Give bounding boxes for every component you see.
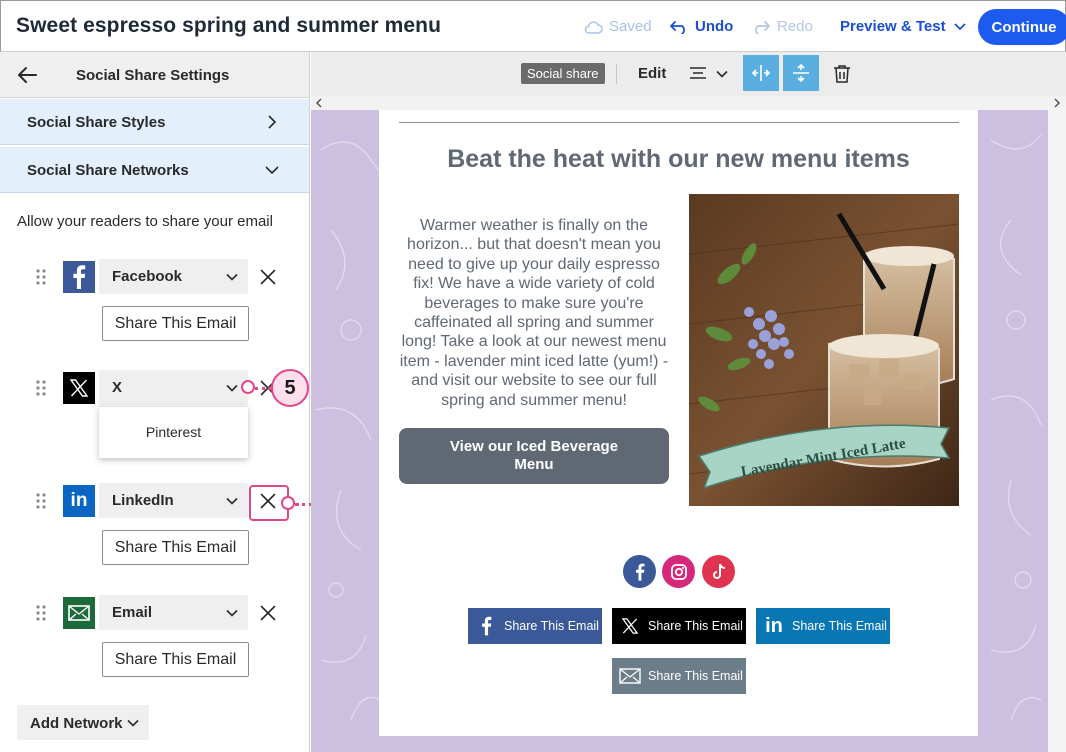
divider-line <box>399 122 959 123</box>
tiktok-icon[interactable] <box>702 555 735 588</box>
iced-beverage-menu-button[interactable]: View our Iced Beverage Menu <box>399 428 669 484</box>
share-this-email-button-linkedin[interactable]: Share This Email <box>102 530 249 565</box>
chevron-down-icon <box>716 70 728 78</box>
facebook-icon[interactable] <box>623 555 656 588</box>
add-network-button[interactable]: Add Network <box>17 705 149 740</box>
horizontal-padding-button[interactable] <box>743 55 779 91</box>
network-select-label: X <box>112 379 123 396</box>
network-select-x[interactable]: X <box>99 370 248 405</box>
facebook-icon <box>468 616 504 636</box>
callout-5-anchor <box>241 380 255 394</box>
chevron-down-icon <box>226 497 238 505</box>
network-select-email[interactable]: Email <box>99 595 248 630</box>
panel-header: Social Share Settings <box>0 52 309 98</box>
close-icon[interactable] <box>258 267 278 287</box>
dropdown-option-pinterest[interactable]: Pinterest <box>99 424 248 440</box>
share-linkedin-button[interactable]: in Share This Email <box>756 608 890 644</box>
email-icon <box>63 597 95 629</box>
horizontal-expand-icon <box>751 65 771 81</box>
network-row-facebook: Facebook <box>0 257 309 297</box>
back-arrow-icon[interactable] <box>16 64 38 86</box>
share-label: Share This Email <box>504 619 599 633</box>
toolbar-divider <box>616 64 617 84</box>
document-title: Sweet espresso spring and summer menu <box>16 14 442 37</box>
linkedin-icon: in <box>765 614 783 637</box>
scroll-right-icon[interactable] <box>1053 98 1061 108</box>
continue-button[interactable]: Continue <box>978 9 1066 45</box>
preview-test-button[interactable]: Preview & Test <box>840 18 966 35</box>
email-icon <box>612 668 648 684</box>
email-content: Beat the heat with our new menu items Wa… <box>379 110 978 736</box>
share-label: Share This Email <box>648 669 743 683</box>
chevron-down-icon <box>226 609 238 617</box>
share-this-email-button-facebook[interactable]: Share This Email <box>102 306 249 341</box>
top-bar: Sweet espresso spring and summer menu Sa… <box>0 0 1066 52</box>
network-select-label: Facebook <box>112 268 183 285</box>
x-icon <box>612 618 648 634</box>
share-label: Share This Email <box>792 619 887 633</box>
drag-handle-icon[interactable] <box>36 380 46 396</box>
horizontal-scrollbar[interactable] <box>311 96 1066 110</box>
trash-icon[interactable] <box>833 64 851 84</box>
share-x-button[interactable]: Share This Email <box>612 608 746 644</box>
panel-title: Social Share Settings <box>76 67 230 84</box>
share-facebook-button[interactable]: Share This Email <box>468 608 602 644</box>
network-select-label: Email <box>112 604 153 621</box>
social-share-styles-section[interactable]: Social Share Styles <box>0 99 309 145</box>
close-icon[interactable] <box>258 603 278 623</box>
instagram-icon[interactable] <box>662 555 695 588</box>
preview-label: Preview & Test <box>840 18 946 35</box>
network-dropdown-menu: Pinterest <box>99 406 248 458</box>
linkedin-icon: in <box>63 485 95 517</box>
redo-icon <box>755 20 770 34</box>
social-share-settings-panel: Social Share Settings Social Share Style… <box>0 52 310 752</box>
chevron-down-icon <box>226 273 238 281</box>
align-dropdown[interactable] <box>688 64 730 84</box>
block-toolbar: Social share Edit <box>311 52 1066 96</box>
vertical-scrollbar[interactable] <box>1048 110 1066 752</box>
undo-button[interactable]: Undo <box>669 18 733 35</box>
redo-label: Redo <box>777 18 813 35</box>
email-body-text: Warmer weather is finally on the horizon… <box>399 217 669 409</box>
undo-label: Undo <box>695 18 734 35</box>
callout-6-anchor <box>281 496 295 510</box>
edit-button[interactable]: Edit <box>638 65 666 82</box>
chevron-down-icon <box>127 719 139 727</box>
network-select-linkedin[interactable]: LinkedIn <box>99 483 248 518</box>
share-email-button[interactable]: Share This Email <box>612 658 746 694</box>
network-select-label: LinkedIn <box>112 492 174 509</box>
vertical-expand-icon <box>793 63 809 83</box>
undo-icon <box>670 20 685 34</box>
vertical-padding-button[interactable] <box>783 55 819 91</box>
iced-latte-photo: Lavendar Mint Iced Latte <box>689 194 959 506</box>
cloud-icon <box>584 20 603 34</box>
add-network-label: Add Network <box>30 715 123 732</box>
saved-status: Saved <box>583 18 652 35</box>
chevron-down-icon <box>226 384 238 392</box>
x-icon <box>63 372 95 404</box>
social-share-styles-label: Social Share Styles <box>27 114 166 131</box>
share-this-email-button-email[interactable]: Share This Email <box>102 642 249 677</box>
network-row-email: Email <box>0 593 309 633</box>
chevron-down-icon <box>265 166 279 175</box>
block-type-badge: Social share <box>521 63 605 84</box>
drag-handle-icon[interactable] <box>36 269 46 285</box>
saved-label: Saved <box>609 18 652 35</box>
scroll-left-icon[interactable] <box>315 98 323 108</box>
chevron-right-icon <box>268 115 277 129</box>
allow-share-text: Allow your readers to share your email <box>17 213 273 230</box>
redo-button[interactable]: Redo <box>751 18 813 35</box>
align-center-icon <box>690 67 706 79</box>
email-heading: Beat the heat with our new menu items <box>447 145 910 173</box>
facebook-icon <box>63 261 95 293</box>
callout-5-badge: 5 <box>271 369 309 407</box>
drag-handle-icon[interactable] <box>36 493 46 509</box>
network-select-facebook[interactable]: Facebook <box>99 259 248 294</box>
callout-5-leader <box>255 387 271 390</box>
drag-handle-icon[interactable] <box>36 605 46 621</box>
social-share-networks-label: Social Share Networks <box>27 162 189 179</box>
social-share-networks-section[interactable]: Social Share Networks <box>0 147 309 193</box>
share-label: Share This Email <box>648 619 743 633</box>
chevron-down-icon <box>953 22 966 30</box>
